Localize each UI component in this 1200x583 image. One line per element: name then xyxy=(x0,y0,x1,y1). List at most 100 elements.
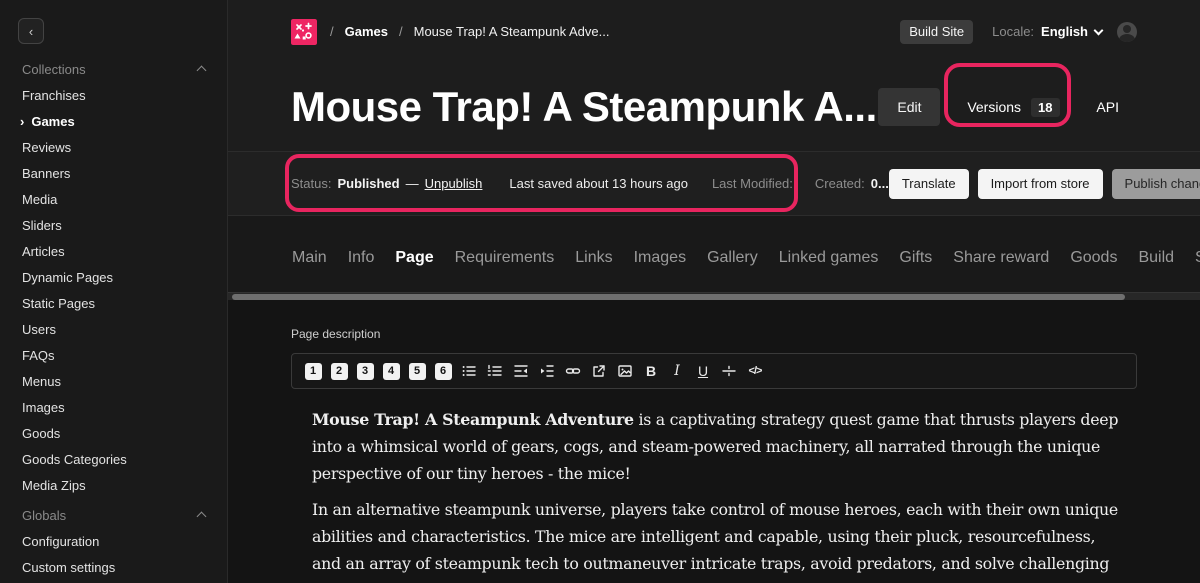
locale-value: English xyxy=(1041,24,1088,39)
sidebar-item-reviews[interactable]: Reviews xyxy=(0,134,227,160)
sidebar-item-faqs[interactable]: FAQs xyxy=(0,342,227,368)
tab-links[interactable]: Links xyxy=(575,249,612,267)
api-button[interactable]: API xyxy=(1096,99,1119,115)
chevron-down-icon xyxy=(1094,25,1104,35)
section-label: Collections xyxy=(22,62,86,77)
heading-1-icon: 1 xyxy=(305,363,322,380)
image-button[interactable] xyxy=(616,359,634,383)
status-dash: — xyxy=(406,176,419,191)
outdent-button[interactable] xyxy=(512,359,530,383)
bold-button[interactable]: B xyxy=(642,359,660,383)
bullet-list-button[interactable] xyxy=(460,359,478,383)
created-value: 0... xyxy=(871,176,889,191)
sidebar-section-globals[interactable]: Globals xyxy=(0,502,227,528)
chevron-up-icon xyxy=(197,512,207,522)
sidebar-item-articles[interactable]: Articles xyxy=(0,238,227,264)
tab-seo[interactable]: SE xyxy=(1195,249,1200,267)
sidebar-item-static-pages[interactable]: Static Pages xyxy=(0,290,227,316)
italic-button[interactable]: I xyxy=(668,359,686,383)
item-label: Sliders xyxy=(22,218,62,233)
tab-goods[interactable]: Goods xyxy=(1070,249,1117,267)
heading-5-button[interactable]: 5 xyxy=(408,359,426,383)
tab-main[interactable]: Main xyxy=(292,249,327,267)
item-label: Reviews xyxy=(22,140,71,155)
sidebar-item-images[interactable]: Images xyxy=(0,394,227,420)
last-modified-label: Last Modified: xyxy=(712,176,793,191)
user-avatar[interactable] xyxy=(1117,22,1137,42)
ordered-list-icon xyxy=(487,363,503,379)
heading-2-button[interactable]: 2 xyxy=(330,359,348,383)
code-button[interactable]: </> xyxy=(746,359,764,383)
tab-linked-games[interactable]: Linked games xyxy=(779,249,879,267)
breadcrumb-games[interactable]: Games xyxy=(345,24,388,39)
sidebar-item-menus[interactable]: Menus xyxy=(0,368,227,394)
import-from-store-button[interactable]: Import from store xyxy=(978,169,1103,199)
heading-3-button[interactable]: 3 xyxy=(356,359,374,383)
build-site-button[interactable]: Build Site xyxy=(900,20,973,44)
heading-5-icon: 5 xyxy=(409,363,426,380)
status-value: Published xyxy=(337,176,399,191)
edit-button[interactable]: Edit xyxy=(878,88,940,126)
link-button[interactable] xyxy=(564,359,582,383)
tab-share-reward[interactable]: Share reward xyxy=(953,249,1049,267)
heading-4-button[interactable]: 4 xyxy=(382,359,400,383)
horizontal-scrollbar-track[interactable] xyxy=(228,292,1200,300)
status-label: Status: xyxy=(291,176,331,191)
sidebar-item-custom-settings[interactable]: Custom settings xyxy=(0,554,227,580)
page-description-editor[interactable]: Mouse Trap! A Steampunk Adventure is a c… xyxy=(291,406,1137,583)
topbar: / Games / Mouse Trap! A Steampunk Adve..… xyxy=(228,0,1200,63)
sidebar-section-collections[interactable]: Collections xyxy=(0,56,227,82)
publish-changes-button[interactable]: Publish changes xyxy=(1112,169,1200,199)
cms-app-window: ‹ Collections Franchises › Games Reviews… xyxy=(0,0,1200,583)
sidebar-item-sliders[interactable]: Sliders xyxy=(0,212,227,238)
item-label: Media Zips xyxy=(22,478,86,493)
sidebar-collapse-button[interactable]: ‹ xyxy=(18,18,44,44)
breadcrumb-current-page: Mouse Trap! A Steampunk Adve... xyxy=(414,24,610,39)
title-row: Mouse Trap! A Steampunk A... Edit Versio… xyxy=(228,63,1200,151)
ordered-list-button[interactable] xyxy=(486,359,504,383)
sidebar-item-franchises[interactable]: Franchises xyxy=(0,82,227,108)
sidebar-item-media-zips[interactable]: Media Zips xyxy=(0,472,227,498)
sidebar-item-users[interactable]: Users xyxy=(0,316,227,342)
tab-requirements[interactable]: Requirements xyxy=(455,249,555,267)
sidebar-item-goods-categories[interactable]: Goods Categories xyxy=(0,446,227,472)
item-label: Menus xyxy=(22,374,61,389)
chevron-right-icon: › xyxy=(20,114,24,129)
app-logo-icon[interactable] xyxy=(291,19,317,45)
sidebar-item-dynamic-pages[interactable]: Dynamic Pages xyxy=(0,264,227,290)
tab-gallery[interactable]: Gallery xyxy=(707,249,758,267)
sidebar: ‹ Collections Franchises › Games Reviews… xyxy=(0,0,228,583)
tab-build[interactable]: Build xyxy=(1138,249,1174,267)
sidebar-item-goods[interactable]: Goods xyxy=(0,420,227,446)
locale-select[interactable]: English xyxy=(1041,24,1102,39)
sidebar-item-media[interactable]: Media xyxy=(0,186,227,212)
page-description-label: Page description xyxy=(291,327,1137,341)
tab-images[interactable]: Images xyxy=(634,249,686,267)
versions-button[interactable]: Versions 18 xyxy=(952,98,1074,117)
avatar-head-icon xyxy=(1123,25,1131,33)
tab-page[interactable]: Page xyxy=(395,249,433,267)
locale-label: Locale: xyxy=(992,24,1034,39)
underline-button[interactable]: U xyxy=(694,359,712,383)
heading-1-button[interactable]: 1 xyxy=(304,359,322,383)
sidebar-item-configuration[interactable]: Configuration xyxy=(0,528,227,554)
sidebar-item-games[interactable]: › Games xyxy=(0,108,227,134)
paragraph: Mouse Trap! A Steampunk Adventure is a c… xyxy=(312,406,1123,487)
unpublish-link[interactable]: Unpublish xyxy=(425,176,483,191)
heading-6-button[interactable]: 6 xyxy=(434,359,452,383)
indent-button[interactable] xyxy=(538,359,556,383)
tab-gifts[interactable]: Gifts xyxy=(899,249,932,267)
sidebar-item-banners[interactable]: Banners xyxy=(0,160,227,186)
external-link-button[interactable] xyxy=(590,359,608,383)
tab-info[interactable]: Info xyxy=(348,249,375,267)
topbar-right: Build Site Locale: English xyxy=(900,20,1137,44)
strikethrough-icon xyxy=(721,363,737,379)
richtext-toolbar: 1 2 3 4 5 6 xyxy=(291,353,1137,389)
item-label: Dynamic Pages xyxy=(22,270,113,285)
translate-button[interactable]: Translate xyxy=(889,169,969,199)
breadcrumb: / Games / Mouse Trap! A Steampunk Adve..… xyxy=(330,24,609,39)
item-label: Articles xyxy=(22,244,65,259)
heading-2-icon: 2 xyxy=(331,363,348,380)
tab-bar: Main Info Page Requirements Links Images… xyxy=(292,249,1200,267)
strikethrough-button[interactable] xyxy=(720,359,738,383)
